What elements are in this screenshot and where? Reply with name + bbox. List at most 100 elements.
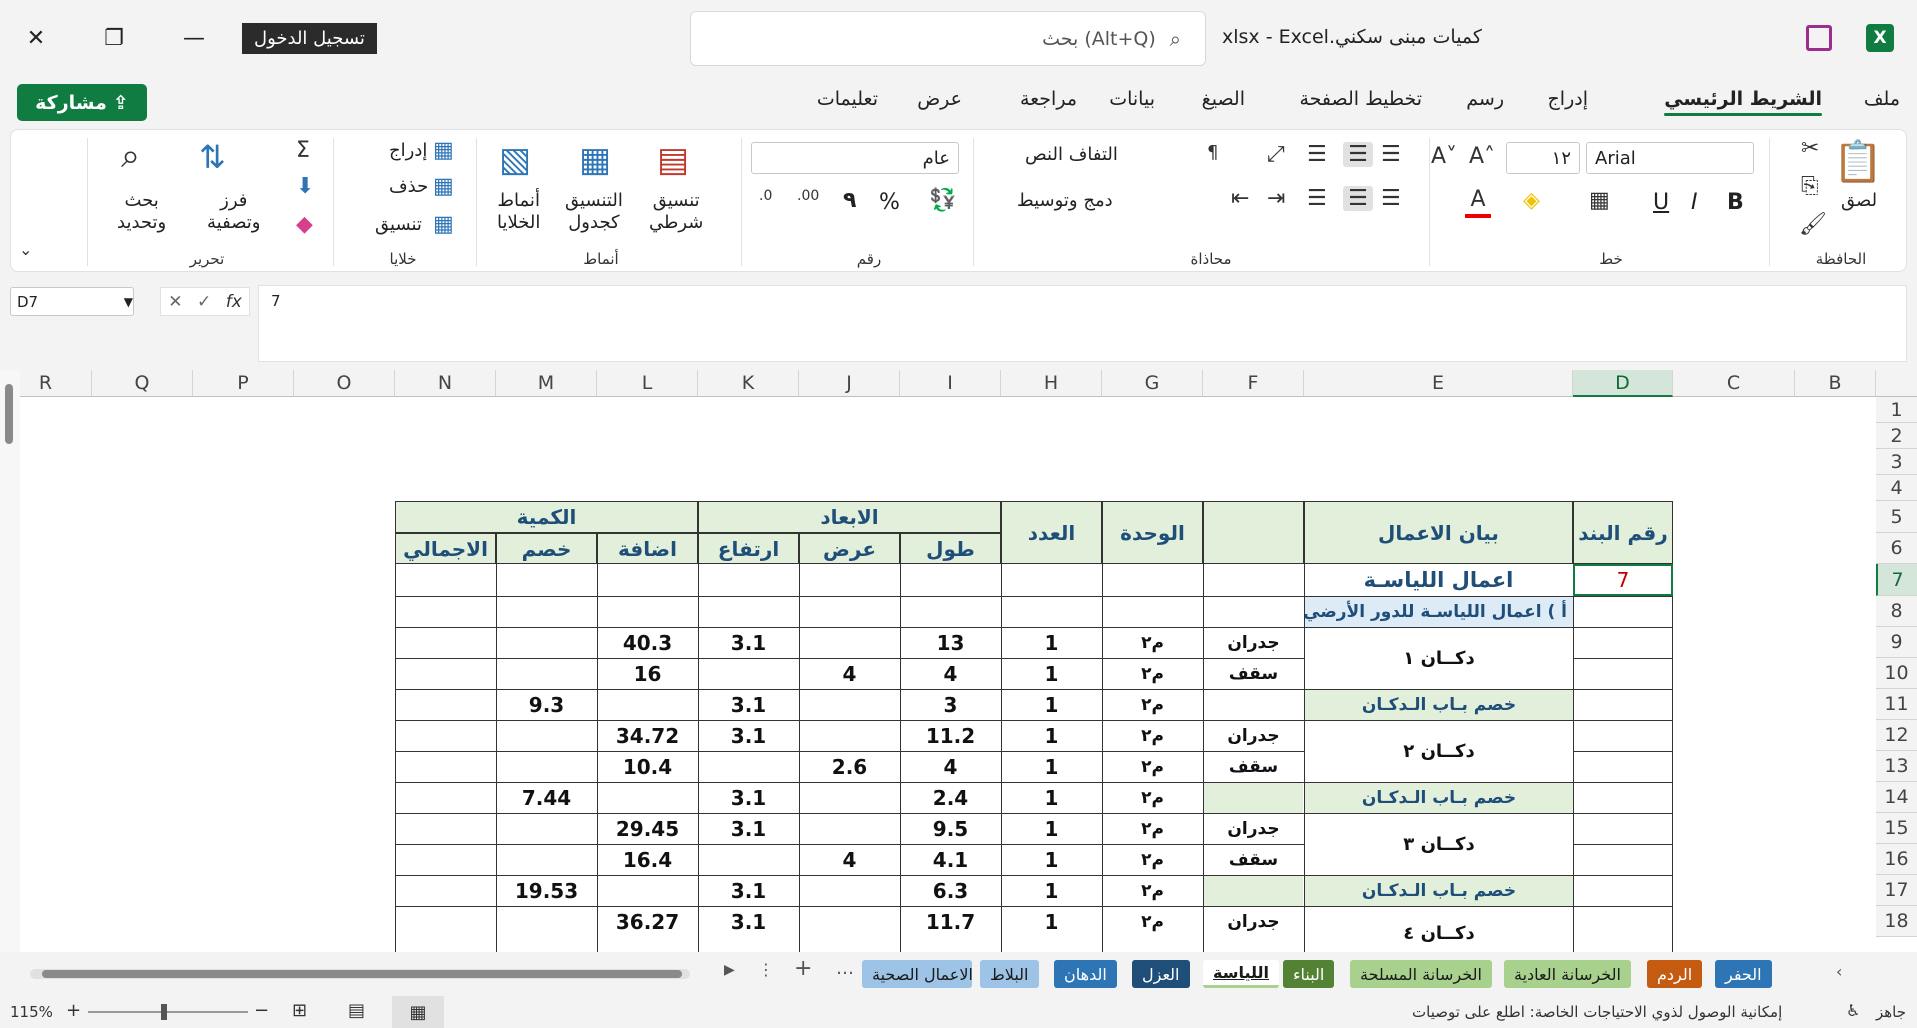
font-size-select[interactable]: ١٢: [1506, 142, 1580, 174]
minimize-icon[interactable]: —: [176, 20, 212, 56]
format-cells-button[interactable]: تنسيق: [375, 214, 422, 235]
accessibility-status[interactable]: إمكانية الوصول لذوي الاحتياجات الخاصة: ا…: [1412, 1003, 1782, 1021]
cell-addition[interactable]: 40.3: [597, 627, 698, 658]
cell-unit[interactable]: م٢: [1102, 875, 1203, 906]
wrap-text-button[interactable]: التفاف النص: [1025, 144, 1118, 165]
fill-color-icon[interactable]: ◈: [1523, 188, 1540, 213]
conditional-format-icon[interactable]: ▤: [657, 140, 689, 180]
cell-addition[interactable]: 10.4: [597, 751, 698, 782]
scroll-left-tabs-icon[interactable]: ‹: [1836, 962, 1842, 981]
share-button[interactable]: مشاركة ⇪: [17, 84, 147, 121]
cell-part[interactable]: جدران: [1203, 813, 1304, 844]
cell-shop-2[interactable]: دكــان ٢: [1305, 721, 1573, 782]
cell-length[interactable]: 11.2: [900, 720, 1001, 751]
cell-count[interactable]: 1: [1001, 875, 1102, 906]
decrease-font-icon[interactable]: A˅: [1431, 144, 1457, 169]
align-right-icon[interactable]: ☰: [1381, 186, 1401, 211]
fx-icon[interactable]: fx: [226, 292, 242, 312]
orientation-icon[interactable]: ⤢: [1267, 142, 1285, 167]
cell-part[interactable]: سقف: [1203, 658, 1304, 689]
row-header[interactable]: 15: [1876, 813, 1917, 844]
autosum-icon[interactable]: Σ: [296, 138, 310, 163]
cell-length[interactable]: 11.7: [900, 906, 1001, 937]
cell-length[interactable]: 4: [900, 751, 1001, 782]
cell-deduction[interactable]: 9.3: [496, 689, 597, 720]
column-header[interactable]: C: [1673, 370, 1795, 397]
row-header[interactable]: 8: [1876, 596, 1917, 627]
normal-view-icon[interactable]: ▦: [392, 996, 444, 1028]
cell-count[interactable]: 1: [1001, 720, 1102, 751]
decrease-decimal-icon[interactable]: .00: [797, 188, 819, 204]
cell-part[interactable]: جدران: [1203, 720, 1304, 751]
save-icon[interactable]: [1806, 25, 1832, 51]
sheet-tab[interactable]: الردم: [1647, 960, 1703, 988]
paste-icon[interactable]: 📋: [1833, 138, 1883, 185]
row-header[interactable]: 17: [1876, 875, 1917, 906]
sort-filter-icon[interactable]: ⇅: [199, 138, 226, 176]
fill-icon[interactable]: ⬇: [296, 174, 314, 199]
tab-review[interactable]: مراجعة: [1020, 88, 1077, 110]
column-header[interactable]: G: [1102, 370, 1203, 397]
cell-length[interactable]: 6.3: [900, 875, 1001, 906]
row-header[interactable]: 13: [1876, 751, 1917, 782]
cell-door-deduct[interactable]: خصم بـاب الـدكـان: [1305, 876, 1573, 906]
cell-width[interactable]: 4: [799, 844, 900, 875]
cell-unit[interactable]: م٢: [1102, 658, 1203, 689]
cell-part[interactable]: جدران: [1203, 627, 1304, 658]
vertical-scroll-thumb[interactable]: [5, 384, 13, 444]
tab-home[interactable]: الشريط الرئيسي: [1664, 88, 1822, 116]
cell-length[interactable]: 4: [900, 658, 1001, 689]
sheet-tab[interactable]: البلاط: [980, 960, 1039, 988]
format-painter-icon[interactable]: 🖌: [1799, 212, 1827, 237]
cell-styles-icon[interactable]: ▧: [499, 140, 531, 180]
row-header[interactable]: 12: [1876, 720, 1917, 751]
cell-part[interactable]: سقف: [1203, 751, 1304, 782]
sheet-tab[interactable]: الاعمال الصحية: [862, 960, 972, 988]
worksheet-grid[interactable]: B C D E F G H I J K L M N O P Q R 1 2 3 …: [0, 370, 1917, 952]
cancel-icon[interactable]: ✕: [168, 292, 182, 312]
cell-unit[interactable]: م٢: [1102, 813, 1203, 844]
bold-button[interactable]: B: [1727, 190, 1744, 215]
tab-help[interactable]: تعليمات: [817, 88, 878, 110]
cell-shop-3[interactable]: دكــان ٣: [1305, 814, 1573, 875]
increase-font-icon[interactable]: A˄: [1469, 144, 1495, 169]
sheet-tab[interactable]: الخرسانة المسلحة: [1350, 960, 1492, 988]
cell-height[interactable]: 3.1: [698, 813, 799, 844]
find-select-icon[interactable]: ⌕: [121, 136, 140, 176]
cell-unit[interactable]: م٢: [1102, 720, 1203, 751]
vertical-scrollbar[interactable]: [0, 370, 20, 952]
row-header[interactable]: 3: [1876, 449, 1917, 475]
column-header[interactable]: P: [193, 370, 294, 397]
close-icon[interactable]: ✕: [18, 20, 54, 56]
sheet-tab[interactable]: الحفر: [1715, 960, 1772, 988]
align-middle-icon[interactable]: ☰: [1343, 142, 1373, 167]
cell-count[interactable]: 1: [1001, 844, 1102, 875]
cell-unit[interactable]: م٢: [1102, 906, 1203, 937]
conditional-format-button[interactable]: تنسيق شرطي: [649, 190, 703, 234]
column-header[interactable]: J: [799, 370, 900, 397]
column-header[interactable]: O: [294, 370, 395, 397]
cell-height[interactable]: 3.1: [698, 627, 799, 658]
row-header[interactable]: 6: [1876, 533, 1917, 564]
comma-button[interactable]: ٩: [843, 188, 856, 213]
underline-button[interactable]: U: [1653, 190, 1669, 215]
search-box[interactable]: بحث (Alt+Q) ⌕: [690, 11, 1206, 66]
italic-button[interactable]: I: [1691, 190, 1698, 215]
copy-icon[interactable]: ⎘: [1801, 174, 1819, 199]
sheet-tab[interactable]: الخرسانة العادية: [1504, 960, 1631, 988]
row-header[interactable]: 1: [1876, 397, 1917, 423]
cell-height[interactable]: 3.1: [698, 875, 799, 906]
cell-count[interactable]: 1: [1001, 782, 1102, 813]
tab-file[interactable]: ملف: [1864, 88, 1900, 110]
outdent-icon[interactable]: ⇤: [1231, 186, 1249, 211]
cell-length[interactable]: 4.1: [900, 844, 1001, 875]
row-header[interactable]: 4: [1876, 475, 1917, 501]
cell-height[interactable]: 3.1: [698, 689, 799, 720]
column-header[interactable]: N: [395, 370, 496, 397]
row-header[interactable]: 16: [1876, 844, 1917, 875]
cell-styles-button[interactable]: أنماط الخلايا: [497, 190, 540, 234]
indent-icon[interactable]: ⇥: [1267, 186, 1285, 211]
cell-length[interactable]: 13: [900, 627, 1001, 658]
cell-unit[interactable]: م٢: [1102, 782, 1203, 813]
number-format-select[interactable]: عام: [751, 142, 959, 174]
